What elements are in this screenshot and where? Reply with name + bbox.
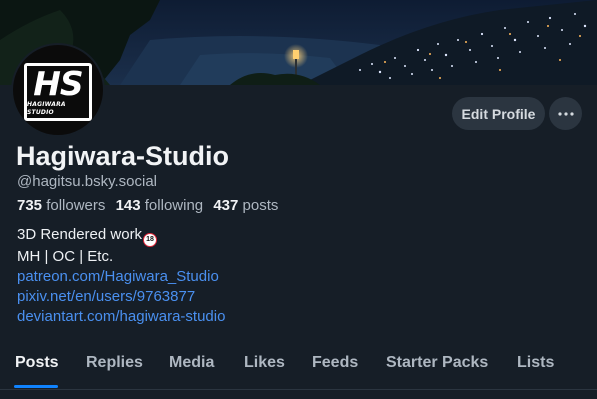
tab-likes[interactable]: Likes	[244, 354, 285, 372]
bio-link-patreon[interactable]: patreon.com/Hagiwara_Studio	[17, 267, 225, 287]
tab-replies[interactable]: Replies	[86, 354, 143, 372]
tabs-divider	[0, 389, 597, 390]
bio-text-1: 3D Rendered work	[17, 226, 143, 243]
active-tab-indicator	[14, 385, 58, 388]
tab-posts[interactable]: Posts	[15, 354, 59, 372]
avatar[interactable]: HS HAGIWARA STUDIO	[11, 43, 105, 137]
ellipsis-icon	[557, 111, 574, 116]
tab-media[interactable]: Media	[169, 354, 214, 372]
profile-page: HS HAGIWARA STUDIO Edit Profile Hagiwara…	[0, 0, 597, 399]
followers-link[interactable]: 735 followers	[17, 197, 105, 214]
tab-starter-packs[interactable]: Starter Packs	[386, 354, 488, 372]
following-label: following	[144, 197, 204, 214]
profile-handle: @hagitsu.bsky.social	[17, 173, 158, 190]
followers-label: followers	[46, 197, 106, 214]
display-name: Hagiwara-Studio	[16, 141, 230, 171]
following-count: 143	[115, 197, 141, 214]
tab-feeds[interactable]: Feeds	[312, 354, 358, 372]
bio-link-deviantart[interactable]: deviantart.com/hagiwara-studio	[17, 307, 225, 327]
bio-link-pixiv[interactable]: pixiv.net/en/users/9763877	[17, 287, 225, 307]
age-18-icon: 18	[143, 233, 158, 247]
profile-bio: 3D Rendered work 18 MH | OC | Etc. patreo…	[17, 225, 225, 327]
following-link[interactable]: 143 following	[116, 197, 204, 214]
followers-count: 735	[17, 197, 43, 214]
posts-label: posts	[242, 197, 279, 214]
studio-logo: HS HAGIWARA STUDIO	[24, 63, 92, 121]
edit-profile-button[interactable]: Edit Profile	[452, 97, 545, 130]
profile-tabs: Posts Replies Media Likes Feeds Starter …	[0, 343, 597, 389]
logo-text: HS	[33, 64, 83, 103]
posts-count: 437	[213, 197, 239, 214]
profile-stats: 735 followers 143 following 437 posts	[17, 197, 278, 214]
tab-lists[interactable]: Lists	[517, 354, 554, 372]
posts-stat: 437 posts	[213, 197, 278, 214]
logo-subtext: HAGIWARA STUDIO	[27, 101, 66, 116]
more-options-button[interactable]	[549, 97, 582, 130]
bio-line-1: 3D Rendered work 18	[17, 225, 225, 247]
bio-line-2: MH | OC | Etc.	[17, 248, 114, 265]
